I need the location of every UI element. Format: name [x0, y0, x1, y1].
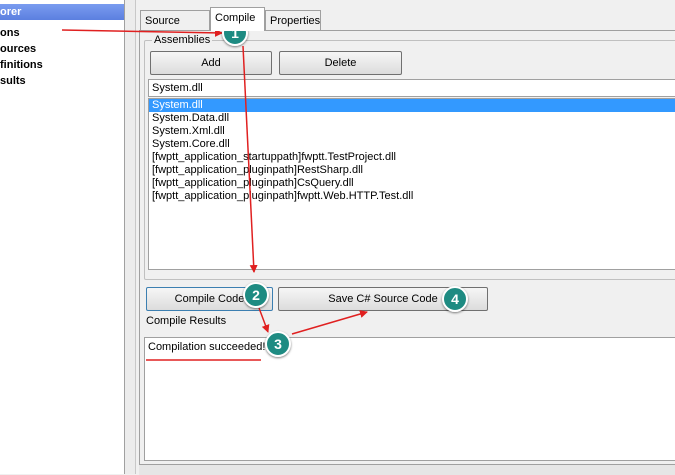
callout-badge-4: 4 [442, 286, 468, 312]
list-item[interactable]: [fwptt_application_pluginpath]fwptt.Web.… [149, 190, 675, 203]
compile-results-text: Compilation succeeded! [148, 341, 266, 353]
explorer-item[interactable]: finitions [0, 58, 43, 72]
list-item[interactable]: [fwptt_application_pluginpath]RestSharp.… [149, 164, 675, 177]
explorer-item[interactable]: ources [0, 42, 36, 56]
list-item[interactable]: System.Xml.dll [149, 125, 675, 138]
add-assembly-button[interactable]: Add [150, 51, 272, 75]
compile-results-box[interactable]: Compilation succeeded! [144, 337, 675, 461]
list-item[interactable]: System.Core.dll [149, 138, 675, 151]
list-item[interactable]: System.dll [149, 99, 675, 112]
explorer-item[interactable]: sults [0, 74, 26, 88]
callout-badge-3: 3 [265, 331, 291, 357]
list-item[interactable]: [fwptt_application_pluginpath]CsQuery.dl… [149, 177, 675, 190]
callout-badge-2: 2 [243, 282, 269, 308]
compile-results-label: Compile Results [146, 315, 227, 327]
assembly-name-input[interactable] [148, 79, 675, 97]
explorer-title: orer [0, 4, 124, 20]
explorer-item[interactable]: ons [0, 26, 20, 40]
delete-assembly-button[interactable]: Delete [279, 51, 402, 75]
explorer-panel: orer ons ources finitions sults [0, 0, 125, 474]
tab-source-code[interactable]: Source Code [140, 10, 210, 47]
tab-compile[interactable]: Compile [210, 7, 265, 31]
splitter[interactable] [125, 0, 136, 474]
status-strip [139, 464, 675, 475]
tab-properties[interactable]: Properties [265, 10, 321, 30]
assemblies-group-label: Assemblies [152, 33, 213, 47]
list-item[interactable]: System.Data.dll [149, 112, 675, 125]
assembly-list[interactable]: System.dll System.Data.dll System.Xml.dl… [148, 98, 675, 270]
list-item[interactable]: [fwptt_application_startuppath]fwptt.Tes… [149, 151, 675, 164]
